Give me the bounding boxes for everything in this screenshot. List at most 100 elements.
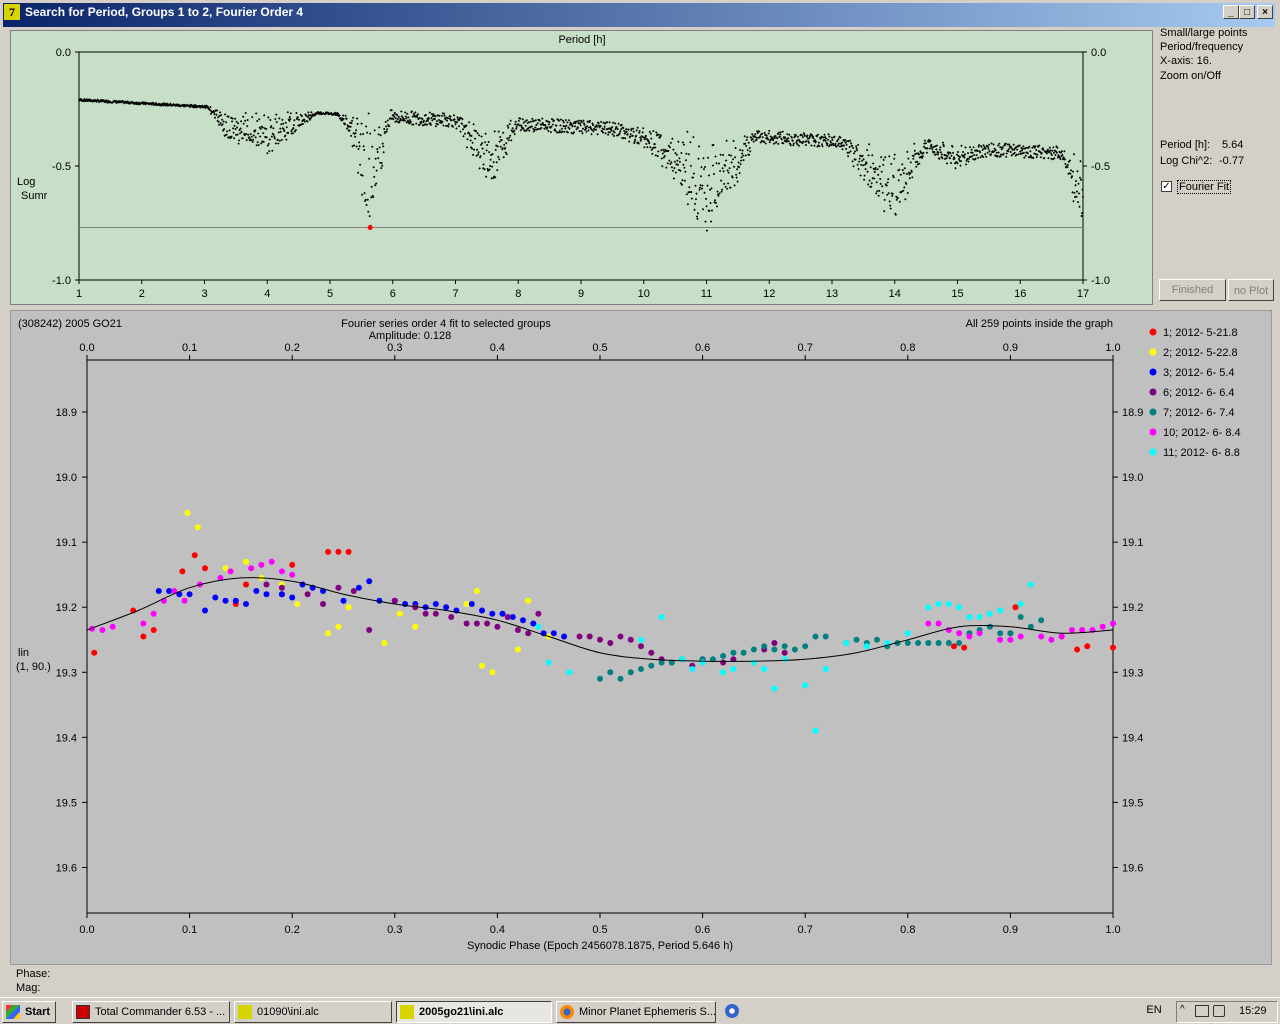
close-button[interactable]: ×: [1257, 5, 1273, 19]
lightcurve-point: [935, 620, 942, 627]
taskbar-item-label: Minor Planet Ephemeris S...: [579, 1006, 716, 1018]
periodogram-plot-area: [78, 51, 1084, 281]
no-plot-button[interactable]: no Plot: [1228, 279, 1274, 301]
lightcurve-point: [179, 568, 186, 575]
lightcurve-point: [391, 597, 398, 604]
lightcurve-x-tick-label-top: 0.2: [285, 342, 300, 354]
lightcurve-x-tick-label: 0.7: [798, 924, 813, 936]
lightcurve-point: [366, 627, 373, 633]
lightcurve-point: [699, 659, 706, 666]
lightcurve-point: [648, 662, 655, 669]
lightcurve-x-tick-label-top: 0.3: [387, 342, 402, 354]
fourier-fit-checkbox[interactable]: ✓: [1161, 181, 1172, 192]
periodogram-x-tick-label: 3: [201, 288, 207, 300]
lightcurve-point: [243, 601, 249, 607]
app-7-icon: [238, 1005, 252, 1019]
lightcurve-point: [184, 509, 191, 516]
window-titlebar[interactable]: 7 Search for Period, Groups 1 to 2, Four…: [0, 0, 1280, 30]
clock[interactable]: 15:29: [1239, 1005, 1267, 1017]
lightcurve-point: [986, 623, 993, 630]
lightcurve-point: [771, 646, 778, 653]
lightcurve-x-tick-label-top: 0.7: [798, 342, 813, 354]
lightcurve-point: [489, 610, 496, 617]
lightcurve-x-tick-label-top: 0.6: [695, 342, 710, 354]
periodogram-y-tick-label-right: 0.0: [1091, 47, 1106, 59]
lightcurve-point: [771, 640, 778, 646]
lightcurve-point: [822, 633, 829, 640]
volume-icon[interactable]: [1213, 1005, 1225, 1017]
legend-label: 1; 2012- 5-21.8: [1163, 327, 1238, 339]
lightcurve-point: [494, 623, 501, 630]
lightcurve-point: [304, 591, 311, 598]
finished-button[interactable]: Finished: [1159, 279, 1226, 301]
lightcurve-point: [812, 727, 819, 734]
lightcurve-point: [289, 561, 296, 568]
lightcurve-point: [325, 548, 332, 555]
taskbar-item-total-commander[interactable]: Total Commander 6.53 - ...: [72, 1001, 230, 1023]
periodogram-y-label-1: Log: [17, 176, 35, 188]
lightcurve-point: [822, 666, 829, 672]
lightcurve-point: [202, 565, 208, 572]
lightcurve-point: [278, 568, 285, 575]
lightcurve-y-tick-label: 19.4: [56, 732, 77, 744]
periodogram-x-tick-label: 2: [139, 288, 145, 300]
lightcurve-point: [750, 659, 757, 666]
fourier-fit-label[interactable]: Fourier Fit: [1177, 180, 1232, 194]
network-icon[interactable]: [1195, 1005, 1209, 1017]
lightcurve-point: [335, 548, 342, 555]
option-zoom[interactable]: Zoom on/Off: [1160, 70, 1221, 82]
period-value: 5.64: [1222, 139, 1244, 151]
lightcurve-y-tick-label-right: 19.5: [1122, 797, 1143, 809]
lightcurve-point: [422, 610, 429, 617]
lightcurve-point: [638, 643, 644, 650]
lightcurve-point: [181, 597, 188, 604]
lightcurve-point: [479, 607, 485, 614]
lightcurve-point: [1007, 630, 1014, 637]
lightcurve-y-tick-label-right: 19.0: [1122, 472, 1143, 484]
start-button[interactable]: Start: [2, 1001, 56, 1023]
legend-marker: [1149, 408, 1157, 416]
periodogram-x-tick-label: 11: [701, 288, 712, 300]
lightcurve-chart[interactable]: (308242) 2005 GO21 Fourier series order …: [10, 310, 1272, 965]
lightcurve-point: [597, 636, 603, 643]
quicklaunch-icon[interactable]: [725, 1004, 739, 1018]
lightcurve-point: [109, 623, 116, 630]
lightcurve-point: [679, 656, 686, 663]
lightcurve-point: [802, 682, 809, 689]
lightcurve-point: [335, 623, 342, 630]
lightcurve-point: [956, 630, 963, 637]
legend-marker: [1149, 368, 1157, 376]
lightcurve-point: [504, 614, 511, 620]
lightcurve-point: [925, 640, 932, 646]
option-period-frequency[interactable]: Period/frequency: [1160, 41, 1243, 53]
lightcurve-point: [345, 548, 352, 555]
periodogram-y-tick-label-right: -1.0: [1091, 275, 1110, 287]
lightcurve-point: [617, 675, 624, 682]
lightcurve-point: [186, 591, 193, 598]
taskbar-item-01090[interactable]: 01090\ini.alc: [234, 1001, 392, 1023]
lightcurve-point: [961, 644, 968, 651]
periodogram-x-tick-label: 14: [889, 288, 901, 300]
lightcurve-point: [499, 610, 506, 617]
option-x-axis[interactable]: X-axis: 16.: [1160, 55, 1212, 67]
taskbar-item-minor-planet[interactable]: Minor Planet Ephemeris S...: [556, 1001, 716, 1023]
legend-marker: [1149, 428, 1157, 436]
periodogram-y-tick-label-right: -0.5: [1091, 161, 1110, 173]
option-small-large-points[interactable]: Small/large points: [1160, 27, 1247, 39]
app-icon[interactable]: 7: [4, 4, 20, 20]
minimize-button[interactable]: _: [1223, 5, 1239, 19]
lightcurve-point: [514, 627, 521, 633]
maximize-button[interactable]: □: [1239, 5, 1255, 19]
tray-expand-icon[interactable]: ^: [1180, 1004, 1185, 1015]
language-indicator[interactable]: EN: [1140, 1004, 1168, 1020]
lightcurve-point: [545, 659, 552, 666]
periodogram-y-tick-label: -0.5: [52, 161, 71, 173]
lightcurve-y-tick-label-right: 19.6: [1122, 862, 1143, 874]
lightcurve-point: [904, 630, 911, 637]
lightcurve-point: [479, 662, 485, 669]
lightcurve-point: [340, 597, 347, 604]
taskbar-item-2005go21[interactable]: 2005go21\ini.alc: [396, 1001, 552, 1023]
start-label: Start: [25, 1006, 51, 1018]
periodogram-chart[interactable]: Period [h] Log Sumr 1 2 3 4 5 6 7 8 9 10 11 12 13 14 1…: [10, 30, 1153, 305]
lightcurve-point: [617, 633, 624, 640]
